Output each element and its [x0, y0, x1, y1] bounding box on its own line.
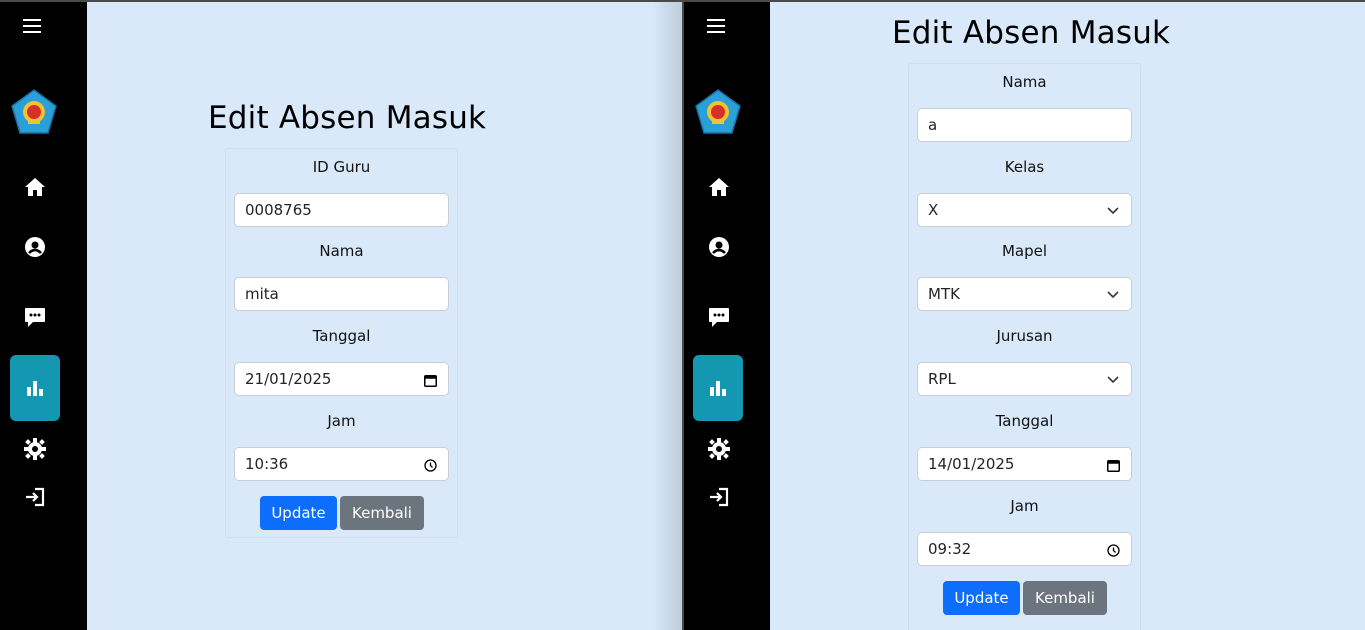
right-window: Edit Absen Masuk Nama a Kelas X Mapel MT…	[684, 2, 1365, 630]
school-logo	[10, 88, 58, 136]
menu-icon[interactable]	[20, 14, 44, 38]
page-title: Edit Absen Masuk	[208, 100, 487, 136]
back-button[interactable]: Kembali	[340, 496, 424, 530]
input-value: 14/01/2025	[928, 455, 1015, 473]
select-value: RPL	[928, 370, 956, 388]
select-value: MTK	[928, 285, 960, 303]
nama-input[interactable]: a	[917, 108, 1132, 142]
input-value: mita	[245, 285, 279, 303]
field-label: Tanggal	[995, 412, 1054, 430]
home-icon[interactable]	[694, 162, 744, 212]
kelas-select[interactable]: X	[917, 193, 1132, 227]
id-guru-input[interactable]: 0008765	[234, 193, 449, 227]
input-value: 09:32	[928, 540, 972, 558]
sign-in-icon[interactable]	[10, 472, 60, 522]
field-label: Nama	[319, 242, 364, 260]
chevron-down-icon	[1105, 372, 1121, 388]
jam-input[interactable]: 10:36	[234, 447, 449, 481]
user-circle-icon[interactable]	[694, 222, 744, 272]
gear-icon[interactable]	[694, 424, 744, 474]
form-card: Nama a Kelas X Mapel MTK Jurusan RPL Tan…	[908, 63, 1141, 630]
jurusan-select[interactable]: RPL	[917, 362, 1132, 396]
mapel-select[interactable]: MTK	[917, 277, 1132, 311]
clock-icon[interactable]	[422, 457, 438, 473]
home-icon[interactable]	[10, 162, 60, 212]
calendar-icon[interactable]	[422, 372, 438, 388]
gear-icon[interactable]	[10, 424, 60, 474]
user-circle-icon[interactable]	[10, 222, 60, 272]
sidebar	[684, 2, 770, 630]
sign-in-icon[interactable]	[694, 472, 744, 522]
form-card: ID Guru 0008765 Nama mita Tanggal 21/01/…	[225, 148, 458, 538]
update-button[interactable]: Update	[260, 496, 337, 530]
field-label: Kelas	[1004, 158, 1045, 176]
chevron-down-icon	[1105, 203, 1121, 219]
update-button[interactable]: Update	[943, 581, 1020, 615]
calendar-icon[interactable]	[1105, 457, 1121, 473]
chevron-down-icon	[1105, 287, 1121, 303]
left-window: Edit Absen Masuk ID Guru 0008765 Nama mi…	[0, 2, 682, 630]
field-label: Mapel	[1001, 242, 1048, 260]
bar-chart-icon[interactable]	[10, 355, 60, 421]
window-edge-shadow	[652, 2, 682, 630]
tanggal-input[interactable]: 14/01/2025	[917, 447, 1132, 481]
input-value: 10:36	[245, 455, 289, 473]
field-label: Jurusan	[996, 327, 1053, 345]
input-value: 21/01/2025	[245, 370, 332, 388]
input-value: a	[928, 116, 938, 134]
input-value: 0008765	[245, 201, 312, 219]
field-label: Tanggal	[312, 327, 371, 345]
jam-input[interactable]: 09:32	[917, 532, 1132, 566]
field-label: Jam	[1010, 497, 1039, 515]
field-label: Nama	[1002, 73, 1047, 91]
select-value: X	[928, 201, 939, 219]
chat-icon[interactable]	[694, 292, 744, 342]
school-logo	[694, 88, 742, 136]
sidebar	[0, 2, 87, 630]
field-label: ID Guru	[312, 158, 371, 176]
field-label: Jam	[327, 412, 356, 430]
menu-icon[interactable]	[704, 14, 728, 38]
back-button[interactable]: Kembali	[1023, 581, 1107, 615]
tanggal-input[interactable]: 21/01/2025	[234, 362, 449, 396]
clock-icon[interactable]	[1105, 542, 1121, 558]
page-title: Edit Absen Masuk	[892, 15, 1171, 51]
chat-icon[interactable]	[10, 292, 60, 342]
nama-input[interactable]: mita	[234, 277, 449, 311]
bar-chart-icon[interactable]	[693, 355, 743, 421]
